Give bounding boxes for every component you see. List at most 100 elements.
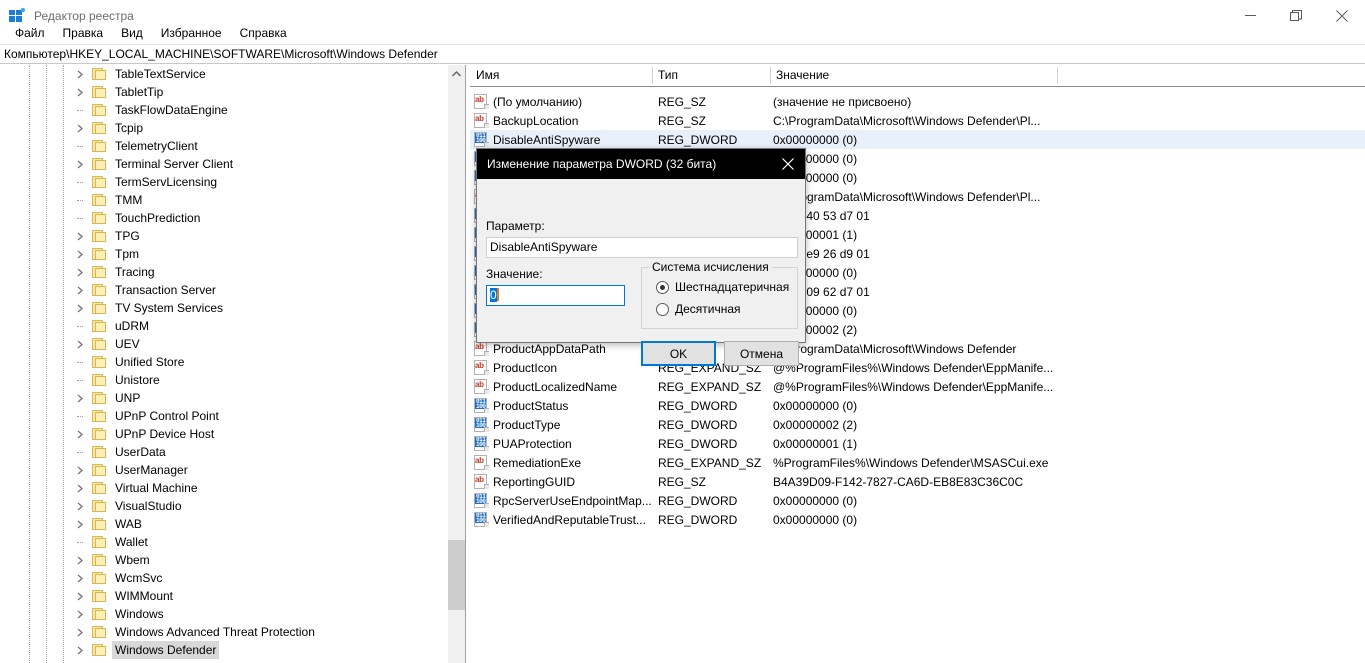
tree-item[interactable]: WAB — [0, 515, 448, 533]
chevron-right-icon[interactable] — [74, 461, 86, 479]
column-header-name[interactable]: Имя — [470, 65, 652, 86]
chevron-right-icon[interactable] — [74, 551, 86, 569]
ok-button[interactable]: OK — [641, 341, 716, 366]
tree-item[interactable]: Windows Advanced Threat Protection — [0, 623, 448, 641]
chevron-right-icon[interactable] — [74, 569, 86, 587]
tree-item[interactable]: Virtual Machine — [0, 479, 448, 497]
tree-item[interactable]: UNP — [0, 389, 448, 407]
tree-item-label: UEV — [115, 337, 140, 351]
column-header-type[interactable]: Тип — [652, 65, 770, 86]
param-value-input[interactable]: 0 — [486, 285, 625, 306]
chevron-right-icon[interactable] — [74, 263, 86, 281]
value-list-row[interactable]: ab ProductIcon REG_EXPAND_SZ @%ProgramFiles… — [470, 358, 1365, 377]
dialog-title: Изменение параметра DWORD (32 бита) — [487, 157, 717, 171]
value-list-row[interactable]: ab (По умолчанию) REG_SZ (значение не присв… — [470, 92, 1365, 111]
column-header-value[interactable]: Значение — [770, 65, 1057, 86]
tree-item[interactable]: UPnP Device Host — [0, 425, 448, 443]
menu-item-view[interactable]: Вид — [112, 23, 152, 43]
menu-item-help[interactable]: Справка — [231, 23, 296, 43]
value-list-row[interactable]: ab ReportingGUID REG_SZ B4A39D09-F142-7827-… — [470, 472, 1365, 491]
menu-item-file[interactable]: Файл — [6, 23, 54, 43]
param-name-input[interactable]: DisableAntiSpyware — [486, 237, 798, 258]
tree-item[interactable]: TaskFlowDataEngine — [0, 101, 448, 119]
tree-item[interactable]: TabletTip — [0, 83, 448, 101]
folder-icon — [92, 302, 106, 314]
registry-tree[interactable]: TableTextService TabletTip TaskFlowDataEng… — [0, 65, 448, 663]
tree-scrollbar[interactable] — [448, 65, 465, 663]
radio-decimal[interactable]: Десятичная — [656, 302, 741, 316]
tree-item[interactable]: UserData — [0, 443, 448, 461]
radio-hexadecimal[interactable]: Шестнадцатеричная — [656, 280, 789, 294]
tree-item[interactable]: TelemetryClient — [0, 137, 448, 155]
tree-item[interactable]: Wallet — [0, 533, 448, 551]
menu-item-edit[interactable]: Правка — [54, 23, 113, 43]
menu-item-favorites[interactable]: Избранное — [152, 23, 231, 43]
tree-item[interactable]: Windows Defender — [0, 641, 448, 659]
value-list-row[interactable]: 011 100 PUAProtection REG_DWORD 0x00000001 (… — [470, 434, 1365, 453]
chevron-right-icon[interactable] — [74, 623, 86, 641]
chevron-right-icon[interactable] — [74, 335, 86, 353]
text-caret — [496, 288, 499, 301]
chevron-right-icon[interactable] — [74, 227, 86, 245]
chevron-right-icon[interactable] — [74, 155, 86, 173]
tree-item[interactable]: TPG — [0, 227, 448, 245]
value-list-row[interactable]: ab BackupLocation REG_SZ C:\ProgramData\Mic… — [470, 111, 1365, 130]
tree-item[interactable]: Unified Store — [0, 353, 448, 371]
chevron-up-icon[interactable] — [448, 65, 465, 82]
tree-item[interactable]: Tracing — [0, 263, 448, 281]
tree-item[interactable]: Wbem — [0, 551, 448, 569]
tree-item[interactable]: TouchPrediction — [0, 209, 448, 227]
chevron-right-icon[interactable] — [74, 497, 86, 515]
value-list-row[interactable]: 011 100 RpcServerUseEndpointMap... REG_DWOR… — [470, 491, 1365, 510]
tree-item-label: UNP — [115, 391, 141, 405]
chevron-right-icon[interactable] — [74, 641, 86, 659]
chevron-right-icon[interactable] — [74, 389, 86, 407]
chevron-right-icon[interactable] — [74, 587, 86, 605]
chevron-right-icon[interactable] — [74, 479, 86, 497]
tree-item[interactable]: TableTextService — [0, 65, 448, 83]
tree-item[interactable]: TV System Services — [0, 299, 448, 317]
tree-item[interactable]: uDRM — [0, 317, 448, 335]
value-list-row[interactable]: 011 100 ProductStatus REG_DWORD 0x00000000 (… — [470, 396, 1365, 415]
chevron-right-icon[interactable] — [74, 245, 86, 263]
address-bar[interactable]: Компьютер\HKEY_LOCAL_MACHINE\SOFTWARE\Mi… — [0, 44, 1365, 64]
tree-item[interactable]: Transaction Server — [0, 281, 448, 299]
tree-item[interactable]: UPnP Control Point — [0, 407, 448, 425]
tree-item[interactable]: Windows — [0, 605, 448, 623]
value-name: RemediationExe — [493, 455, 582, 470]
chevron-right-icon[interactable] — [74, 605, 86, 623]
pane-splitter[interactable] — [465, 65, 469, 663]
chevron-right-icon[interactable] — [74, 425, 86, 443]
folder-icon — [92, 518, 106, 530]
tree-leaf-connector — [74, 191, 86, 209]
value-list-row[interactable]: ab ProductLocalizedName REG_EXPAND_SZ @%Pro… — [470, 377, 1365, 396]
tree-item[interactable]: VisualStudio — [0, 497, 448, 515]
chevron-right-icon[interactable] — [74, 299, 86, 317]
tree-item[interactable]: Terminal Server Client — [0, 155, 448, 173]
value-list-row[interactable]: 011 100 DisableAntiSpyware REG_DWORD 0x00000… — [470, 130, 1365, 149]
tree-leaf-connector — [74, 317, 86, 335]
folder-icon — [92, 464, 106, 476]
tree-item[interactable]: Tcpip — [0, 119, 448, 137]
tree-scrollbar-thumb[interactable] — [448, 540, 465, 610]
value-list-row[interactable]: 011 100 ProductType REG_DWORD 0x00000002 (2) — [470, 415, 1365, 434]
tree-item[interactable]: UEV — [0, 335, 448, 353]
chevron-right-icon[interactable] — [74, 65, 86, 83]
chevron-right-icon[interactable] — [74, 281, 86, 299]
tree-item[interactable]: UserManager — [0, 461, 448, 479]
close-icon[interactable] — [771, 149, 805, 179]
value-type: REG_DWORD — [658, 132, 738, 147]
chevron-right-icon[interactable] — [74, 515, 86, 533]
cancel-button[interactable]: Отмена — [724, 341, 799, 366]
tree-item[interactable]: WIMMount — [0, 587, 448, 605]
value-list-row[interactable]: ab RemediationExe REG_EXPAND_SZ %ProgramFil… — [470, 453, 1365, 472]
chevron-right-icon[interactable] — [74, 83, 86, 101]
value-list-row[interactable]: 011 100 VerifiedAndReputableTrust... REG_DW… — [470, 510, 1365, 529]
tree-item[interactable]: TermServLicensing — [0, 173, 448, 191]
tree-item[interactable]: Unistore — [0, 371, 448, 389]
tree-item[interactable]: WcmSvc — [0, 569, 448, 587]
tree-item[interactable]: TMM — [0, 191, 448, 209]
chevron-right-icon[interactable] — [74, 119, 86, 137]
value-data: %ProgramFiles%\Windows Defender\MSASCui.… — [773, 455, 1049, 470]
tree-item[interactable]: Tpm — [0, 245, 448, 263]
